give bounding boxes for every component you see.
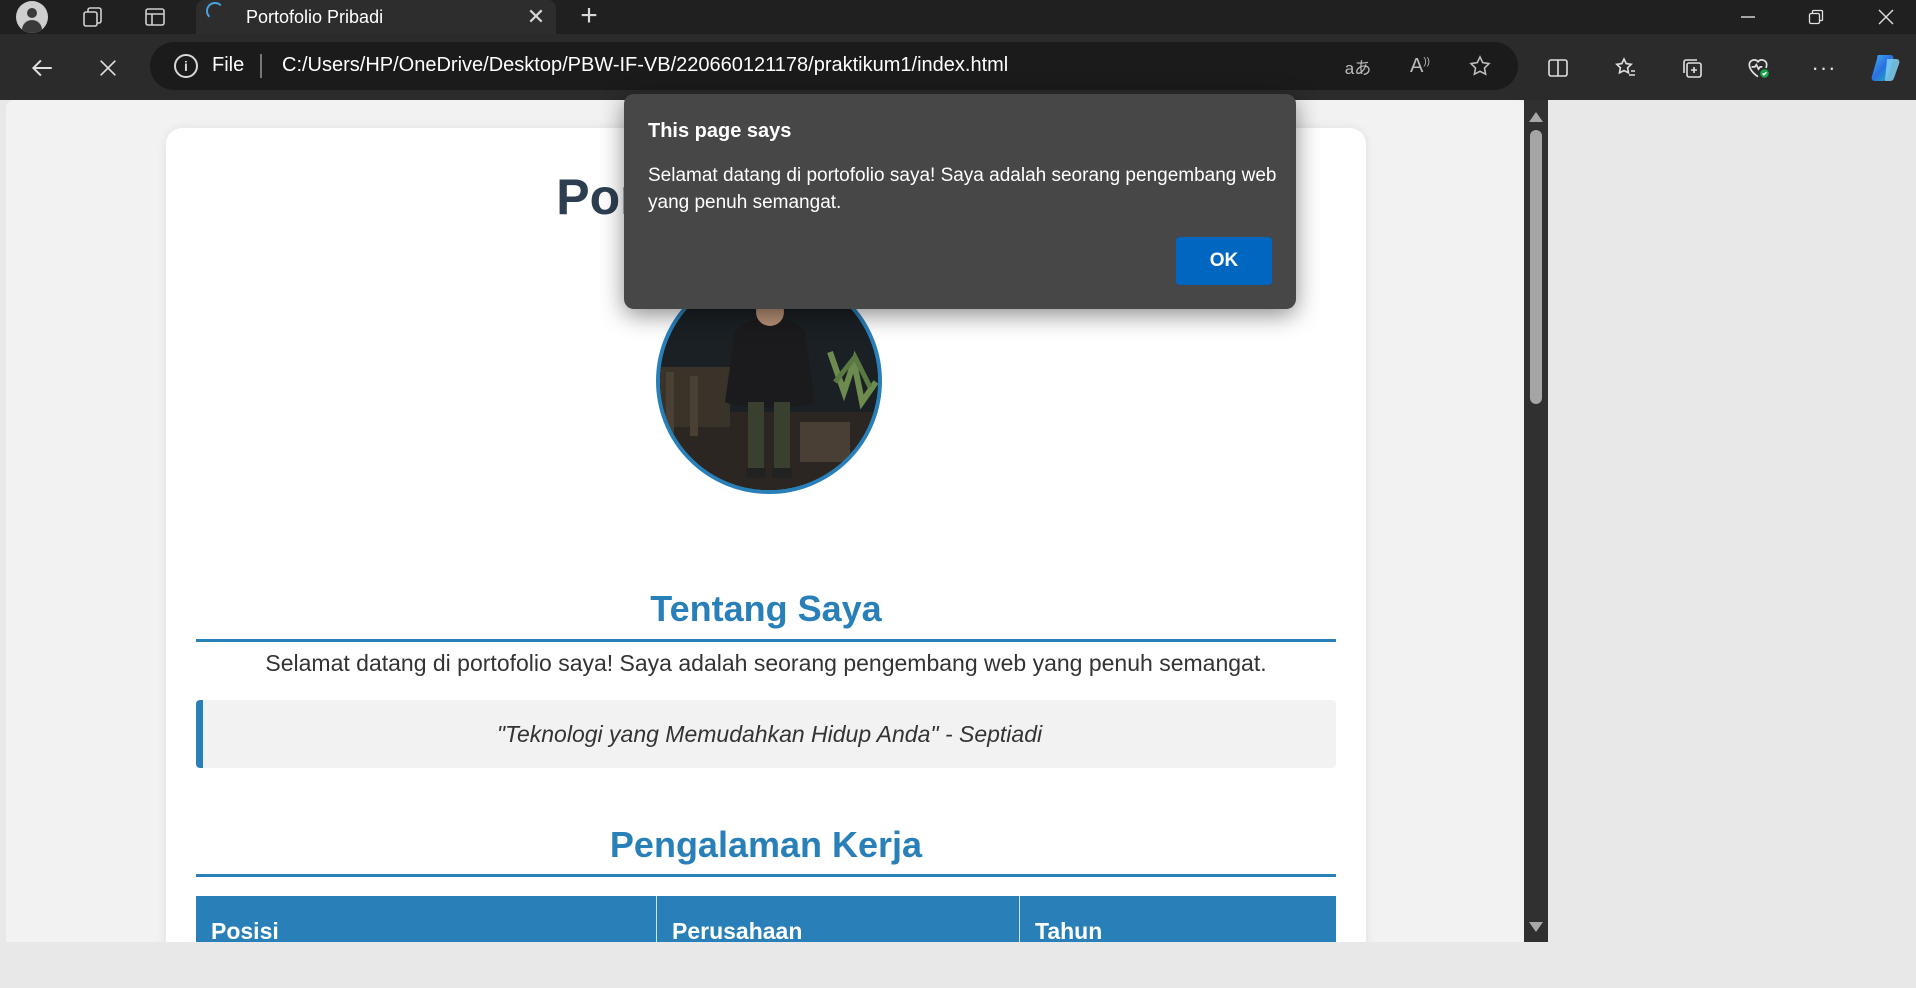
workspaces-icon[interactable] xyxy=(78,0,108,34)
quote-block: "Teknologi yang Memudahkan Hidup Anda" -… xyxy=(196,700,1336,768)
vertical-scrollbar[interactable] xyxy=(1524,100,1548,942)
profile-icon[interactable] xyxy=(16,1,48,33)
ok-button[interactable]: OK xyxy=(1176,237,1272,285)
window-close-icon[interactable] xyxy=(1858,0,1914,34)
dialog-message: Selamat datang di portofolio saya! Saya … xyxy=(648,165,1277,213)
browser-toolbar: i File C:/Users/HP/OneDrive/Desktop/PBW-… xyxy=(0,34,1916,100)
back-icon[interactable] xyxy=(22,48,62,88)
collections-icon[interactable] xyxy=(1672,48,1712,88)
scrollbar-thumb[interactable] xyxy=(1530,130,1542,404)
title-bar: Portofolio Pribadi ✕ + xyxy=(0,0,1916,34)
experience-table-header: Posisi Perusahaan Tahun xyxy=(196,896,1336,942)
address-url[interactable]: C:/Users/HP/OneDrive/Desktop/PBW-IF-VB/2… xyxy=(282,54,1008,77)
copilot-icon[interactable] xyxy=(1866,48,1906,88)
column-header-tahun: Tahun xyxy=(1035,918,1103,942)
more-icon[interactable]: ··· xyxy=(1804,48,1844,88)
about-heading: Tentang Saya xyxy=(650,588,882,629)
loading-spinner-icon xyxy=(206,2,224,20)
minimize-icon[interactable] xyxy=(1720,0,1776,34)
about-text: Selamat datang di portofolio saya! Saya … xyxy=(265,650,1267,676)
alert-dialog: This page says Selamat datang di portofo… xyxy=(624,94,1296,309)
translate-icon[interactable]: aあ xyxy=(1342,50,1374,82)
dialog-title: This page says xyxy=(648,120,792,142)
empty-side-area xyxy=(1548,100,1916,942)
address-bar[interactable]: i File C:/Users/HP/OneDrive/Desktop/PBW-… xyxy=(150,42,1518,90)
browser-essentials-icon[interactable] xyxy=(1738,48,1778,88)
column-header-perusahaan: Perusahaan xyxy=(657,896,1020,942)
scroll-down-icon[interactable] xyxy=(1529,922,1543,932)
about-divider xyxy=(196,639,1336,642)
tab-title: Portofolio Pribadi xyxy=(246,7,384,27)
column-header-posisi: Posisi xyxy=(196,896,657,942)
read-aloud-icon[interactable]: A)) xyxy=(1404,50,1436,82)
favorites-icon[interactable] xyxy=(1606,48,1646,88)
stop-icon[interactable] xyxy=(88,48,128,88)
new-tab-icon[interactable]: + xyxy=(574,0,604,34)
split-screen-icon[interactable] xyxy=(1538,48,1578,88)
active-tab[interactable]: Portofolio Pribadi ✕ xyxy=(196,0,556,34)
scroll-up-icon[interactable] xyxy=(1529,112,1543,122)
address-scheme: File xyxy=(212,54,245,76)
tab-actions-icon[interactable] xyxy=(140,0,170,34)
experience-divider xyxy=(196,874,1336,877)
experience-heading: Pengalaman Kerja xyxy=(609,824,923,865)
address-separator xyxy=(260,54,262,78)
restore-icon[interactable] xyxy=(1788,0,1844,34)
favorite-star-icon[interactable] xyxy=(1464,50,1496,82)
close-icon[interactable]: ✕ xyxy=(524,4,548,30)
info-icon[interactable]: i xyxy=(174,54,198,78)
